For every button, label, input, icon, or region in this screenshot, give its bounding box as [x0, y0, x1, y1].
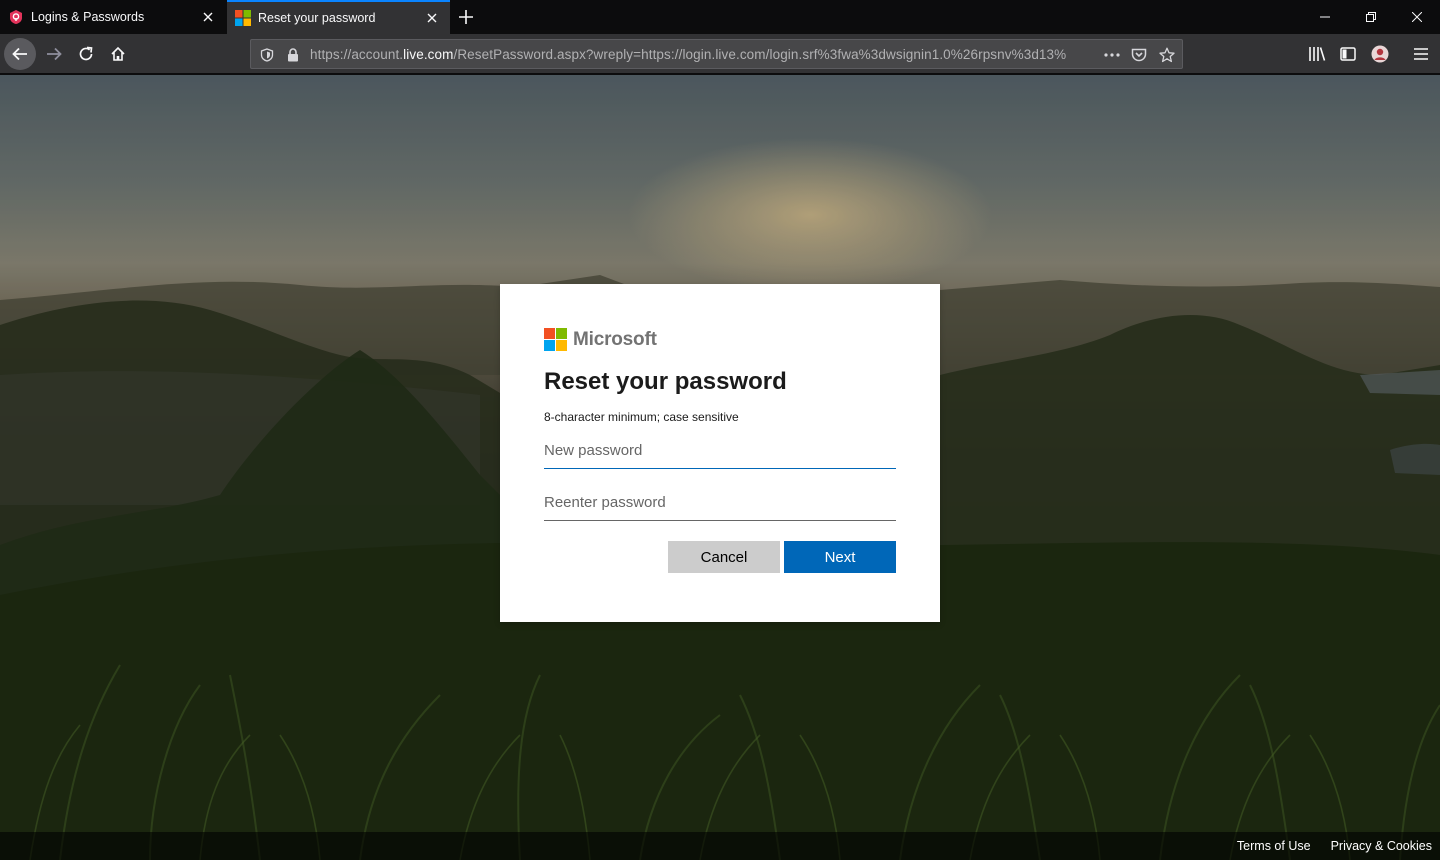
reset-password-dialog: Microsoft Reset your password 8-characte… — [500, 284, 940, 622]
reload-icon — [79, 46, 93, 61]
tab-logins-passwords[interactable]: Logins & Passwords — [0, 0, 226, 34]
privacy-cookies-link[interactable]: Privacy & Cookies — [1331, 839, 1432, 853]
new-password-input[interactable] — [544, 433, 896, 469]
cancel-button[interactable]: Cancel — [668, 541, 780, 573]
account-avatar[interactable] — [1370, 44, 1390, 64]
sidebar-icon[interactable] — [1338, 44, 1358, 64]
new-tab-button[interactable] — [452, 4, 480, 30]
page-actions-icon[interactable] — [1103, 46, 1121, 64]
plus-icon — [459, 10, 473, 24]
hamburger-menu-icon[interactable] — [1411, 44, 1431, 64]
tab-title: Reset your password — [258, 11, 376, 25]
brand-name: Microsoft — [573, 328, 657, 350]
terms-of-use-link[interactable]: Terms of Use — [1237, 839, 1311, 853]
restore-button[interactable] — [1348, 0, 1394, 34]
arrow-left-icon — [12, 47, 27, 61]
lockwise-icon — [8, 9, 24, 25]
library-icon[interactable] — [1307, 44, 1327, 64]
tab-strip: Logins & Passwords Reset your password — [0, 0, 1440, 34]
page-title: Reset your password — [544, 368, 787, 395]
back-button[interactable] — [4, 38, 36, 70]
next-button[interactable]: Next — [784, 541, 896, 573]
minimize-button[interactable] — [1302, 0, 1348, 34]
minimize-icon — [1320, 16, 1330, 18]
pocket-icon[interactable] — [1130, 46, 1148, 64]
lock-icon[interactable] — [284, 46, 302, 64]
bookmark-star-icon[interactable] — [1158, 46, 1176, 64]
home-button[interactable] — [102, 38, 134, 70]
microsoft-logo: Microsoft — [544, 328, 657, 351]
navigation-toolbar: https://account.live.com/ResetPassword.a… — [0, 34, 1440, 74]
tracking-protection-icon[interactable] — [258, 46, 276, 64]
tab-title: Logins & Passwords — [31, 10, 145, 24]
page-footer: Terms of Use Privacy & Cookies — [0, 832, 1440, 860]
password-requirements: 8-character minimum; case sensitive — [544, 410, 739, 424]
url-path: /ResetPassword.aspx?wreply=https://login… — [453, 46, 1067, 62]
url-domain: live.com — [403, 46, 454, 62]
restore-icon — [1366, 12, 1376, 22]
microsoft-favicon-icon — [235, 10, 251, 26]
forward-button[interactable] — [38, 38, 70, 70]
home-icon — [111, 46, 125, 61]
page-content: Microsoft Reset your password 8-characte… — [0, 75, 1440, 860]
reenter-password-input[interactable] — [544, 485, 896, 521]
url-text[interactable]: https://account.live.com/ResetPassword.a… — [310, 47, 1070, 62]
reload-button[interactable] — [70, 38, 102, 70]
microsoft-logo-icon — [544, 328, 567, 351]
close-window-button[interactable] — [1394, 0, 1440, 34]
url-bar[interactable]: https://account.live.com/ResetPassword.a… — [250, 39, 1183, 69]
tab-reset-password[interactable]: Reset your password — [227, 0, 450, 34]
arrow-right-icon — [47, 47, 62, 61]
close-tab-icon[interactable] — [420, 6, 444, 30]
close-icon — [1412, 12, 1422, 22]
url-prefix: https://account. — [310, 46, 404, 62]
close-tab-icon[interactable] — [196, 5, 220, 29]
